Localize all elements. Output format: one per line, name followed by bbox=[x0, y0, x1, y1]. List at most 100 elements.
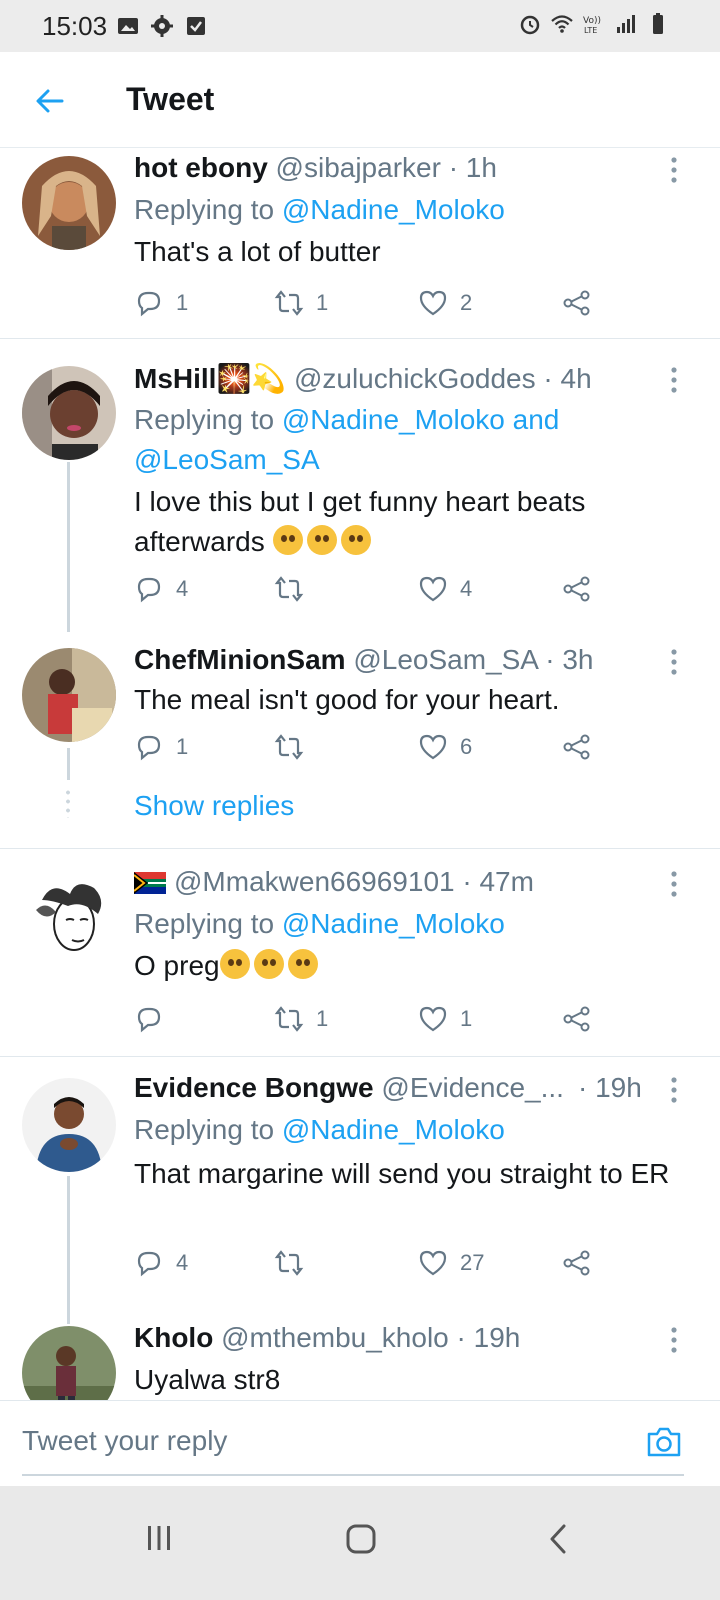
tweet-header: Evidence Bongwe @Evidence_... bbox=[134, 1072, 590, 1104]
heart-icon bbox=[419, 1006, 447, 1032]
more-options-icon[interactable] bbox=[670, 870, 678, 898]
replying-label: Replying to bbox=[134, 194, 282, 225]
retweet-icon bbox=[274, 290, 304, 316]
share-button[interactable] bbox=[562, 574, 592, 604]
divider bbox=[0, 1056, 720, 1057]
like-button[interactable]: 1 bbox=[418, 1004, 472, 1034]
tweet-header: MsHill🎇💫 @zuluchickGoddes · 4h bbox=[134, 362, 660, 395]
author-handle[interactable]: @sibajparker · 1h bbox=[276, 152, 497, 183]
raised-eyebrow-emoji bbox=[253, 949, 284, 979]
divider bbox=[0, 338, 720, 339]
tweet[interactable]: @Mmakwen66969101 · 47m Replying to @Nadi… bbox=[0, 850, 720, 1058]
replying-to: Replying to @Nadine_Moloko bbox=[134, 1110, 680, 1150]
tweet-text-body: O preg bbox=[134, 950, 220, 981]
like-count: 27 bbox=[460, 1250, 485, 1275]
thread-line bbox=[67, 1176, 70, 1324]
tweet-actions: 4 4 bbox=[134, 574, 604, 610]
retweet-icon bbox=[274, 1006, 304, 1032]
tweet[interactable]: hot ebony @sibajparker · 1h Replying to … bbox=[0, 148, 720, 338]
tweet-actions: 4 27 bbox=[134, 1248, 604, 1284]
author-handle[interactable]: @Mmakwen66969101 · 47m bbox=[174, 866, 534, 897]
replying-to: Replying to @Nadine_Moloko bbox=[134, 904, 680, 944]
home-icon[interactable] bbox=[346, 1524, 376, 1554]
status-left-icons bbox=[116, 14, 208, 38]
mention-link[interactable]: @Nadine_Moloko bbox=[282, 908, 505, 939]
mention-link[interactable]: @Nadine_Moloko bbox=[282, 194, 505, 225]
author-handle[interactable]: @mthembu_kholo · 19h bbox=[221, 1322, 520, 1353]
avatar[interactable] bbox=[22, 1078, 116, 1172]
author-name[interactable]: ChefMinionSam bbox=[134, 644, 346, 675]
share-button[interactable] bbox=[562, 1248, 592, 1278]
tweet-text: That's a lot of butter bbox=[134, 236, 381, 267]
avatar[interactable] bbox=[22, 156, 116, 250]
show-replies-link[interactable]: Show replies bbox=[134, 790, 294, 822]
raised-eyebrow-emoji bbox=[219, 949, 250, 979]
tweet-actions: 1 1 2 bbox=[134, 288, 604, 324]
like-count: 2 bbox=[460, 290, 473, 315]
author-handle[interactable]: @zuluchickGoddes · 4h bbox=[294, 363, 592, 394]
retweet-count: 1 bbox=[316, 290, 329, 315]
retweet-button[interactable] bbox=[274, 574, 316, 604]
tweet-text: I love this but I get funny heart beats … bbox=[134, 482, 680, 562]
more-options-icon[interactable] bbox=[670, 648, 678, 676]
tweet[interactable]: ChefMinionSam @LeoSam_SA · 3h The meal i… bbox=[0, 630, 720, 850]
tweet-actions: 1 1 bbox=[134, 1004, 604, 1040]
reply-input[interactable]: Tweet your reply bbox=[22, 1425, 227, 1457]
alarm-icon bbox=[520, 15, 540, 35]
reply-button[interactable]: 4 bbox=[134, 574, 188, 604]
author-handle[interactable]: @Evidence_... bbox=[381, 1072, 564, 1103]
like-button[interactable]: 6 bbox=[418, 732, 472, 762]
like-button[interactable]: 27 bbox=[418, 1248, 484, 1278]
like-count: 1 bbox=[460, 1006, 473, 1031]
heart-icon bbox=[419, 576, 447, 602]
mention-link[interactable]: @Nadine_Moloko bbox=[282, 1114, 505, 1145]
avatar[interactable] bbox=[22, 870, 116, 964]
retweet-count: 1 bbox=[316, 1006, 329, 1031]
author-name[interactable]: Kholo bbox=[134, 1322, 213, 1353]
tweet[interactable]: Evidence Bongwe @Evidence_... · 19h Repl… bbox=[0, 1058, 720, 1324]
more-options-icon[interactable] bbox=[670, 1076, 678, 1104]
reply-button[interactable]: 1 bbox=[134, 288, 188, 318]
back-icon[interactable] bbox=[548, 1524, 568, 1554]
arrow-left-icon[interactable] bbox=[34, 85, 66, 117]
avatar[interactable] bbox=[22, 366, 116, 460]
author-name[interactable]: hot ebony bbox=[134, 152, 268, 183]
retweet-icon bbox=[274, 1250, 304, 1276]
recent-apps-icon[interactable] bbox=[146, 1524, 172, 1552]
retweet-button[interactable]: 1 bbox=[274, 288, 328, 318]
avatar[interactable] bbox=[22, 648, 116, 742]
reply-icon bbox=[137, 1251, 161, 1277]
reply-button[interactable]: 1 bbox=[134, 732, 188, 762]
replying-label: Replying to bbox=[134, 404, 282, 435]
like-count: 6 bbox=[460, 734, 473, 759]
author-name[interactable]: Evidence Bongwe bbox=[134, 1072, 374, 1103]
author-handle[interactable]: @LeoSam_SA · 3h bbox=[353, 644, 593, 675]
more-options-icon[interactable] bbox=[670, 1326, 678, 1354]
author-name[interactable]: MsHill🎇💫 bbox=[134, 363, 286, 394]
signal-icon bbox=[617, 15, 635, 33]
svg-text:LTE: LTE bbox=[584, 26, 597, 35]
tweet-actions: 1 6 bbox=[134, 732, 604, 768]
retweet-button[interactable] bbox=[274, 1248, 316, 1278]
more-options-icon[interactable] bbox=[670, 366, 678, 394]
share-button[interactable] bbox=[562, 1004, 592, 1034]
heart-icon bbox=[419, 1250, 447, 1276]
svg-text:Vo)): Vo)) bbox=[583, 16, 601, 26]
more-options-icon[interactable] bbox=[670, 156, 678, 184]
like-button[interactable]: 4 bbox=[418, 574, 472, 604]
replying-label: Replying to bbox=[134, 1114, 282, 1145]
retweet-button[interactable] bbox=[274, 732, 316, 762]
share-icon bbox=[563, 1250, 590, 1276]
checkbox-icon bbox=[187, 17, 205, 35]
reply-button[interactable] bbox=[134, 1004, 176, 1034]
replying-to: Replying to @Nadine_Moloko and @LeoSam_S… bbox=[134, 400, 610, 480]
like-button[interactable]: 2 bbox=[418, 288, 472, 318]
share-button[interactable] bbox=[562, 288, 592, 318]
reply-button[interactable]: 4 bbox=[134, 1248, 188, 1278]
like-count: 4 bbox=[460, 576, 473, 601]
tweet[interactable]: MsHill🎇💫 @zuluchickGoddes · 4h Replying … bbox=[0, 340, 720, 632]
camera-icon[interactable] bbox=[646, 1425, 682, 1459]
replies-feed[interactable]: hot ebony @sibajparker · 1h Replying to … bbox=[0, 148, 720, 1428]
share-button[interactable] bbox=[562, 732, 592, 762]
retweet-button[interactable]: 1 bbox=[274, 1004, 328, 1034]
